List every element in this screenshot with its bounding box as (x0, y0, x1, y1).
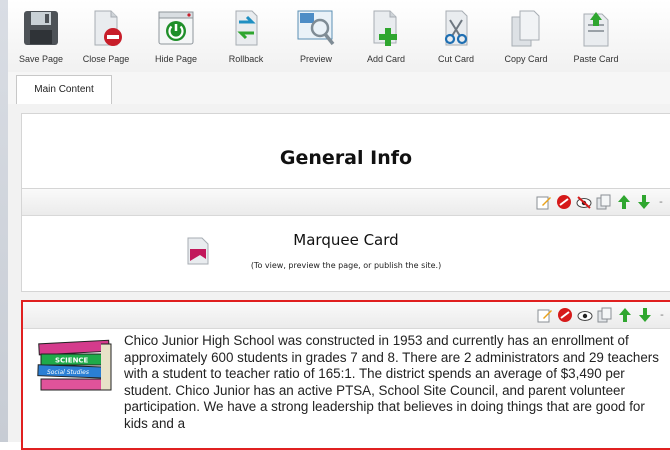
floppy-disk-icon (24, 11, 58, 45)
move-up-icon[interactable] (616, 194, 632, 210)
marquee-card-title: Marquee Card (293, 231, 399, 249)
close-page-icon (94, 10, 122, 46)
preview-label: Preview (299, 54, 332, 64)
marquee-card[interactable]: - Marquee Card (To view, preview the pag… (21, 188, 670, 292)
move-down-icon[interactable] (637, 307, 653, 323)
cut-card-button[interactable]: Cut Card (425, 4, 487, 68)
tab-main-content[interactable]: Main Content (16, 75, 112, 105)
save-page-button[interactable]: Save Page (10, 4, 72, 68)
marquee-card-subtitle: (To view, preview the page, or publish t… (250, 261, 442, 270)
copy-card-label: Copy Card (504, 54, 548, 64)
copy-card-button[interactable]: Copy Card (495, 4, 557, 68)
rollback-label: Rollback (228, 54, 264, 64)
card-toolbar: - (23, 302, 670, 329)
preview-button[interactable]: Preview (285, 4, 347, 68)
tab-bar: Main Content (8, 72, 670, 105)
add-card-icon (373, 10, 397, 46)
cut-card-label: Cut Card (437, 54, 474, 64)
save-page-label: Save Page (18, 54, 64, 64)
rollback-icon (235, 10, 258, 46)
book-label-social-studies: Social Studies (47, 369, 89, 376)
stack-of-books-image: SCIENCE Social Studies (37, 339, 112, 391)
visibility-icon[interactable] (577, 307, 593, 323)
school-description-text: Chico Junior High School was constructed… (124, 333, 659, 431)
edit-icon[interactable] (536, 194, 552, 210)
card-tools: - (536, 194, 666, 210)
add-card-label: Add Card (366, 54, 406, 64)
collapse-dash[interactable]: - (657, 307, 667, 323)
delete-icon[interactable] (557, 307, 573, 323)
hide-page-label: Hide Page (154, 54, 198, 64)
hide-page-icon (158, 11, 194, 45)
move-up-icon[interactable] (617, 307, 633, 323)
toolbar: Save Page Close Page Hide Page Rollback (8, 0, 670, 73)
delete-icon[interactable] (556, 194, 572, 210)
paste-card-icon (583, 12, 609, 47)
visibility-hidden-icon[interactable] (576, 194, 592, 210)
rollback-button[interactable]: Rollback (215, 4, 277, 68)
copy-icon[interactable] (597, 307, 613, 323)
content-area: General Info - Marquee Card (To view, pr… (8, 104, 670, 450)
close-page-button[interactable]: Close Page (75, 4, 137, 68)
paste-card-button[interactable]: Paste Card (565, 4, 627, 68)
close-page-label: Close Page (82, 54, 130, 64)
collapse-dash[interactable]: - (656, 194, 666, 210)
paste-card-label: Paste Card (573, 54, 619, 64)
cut-card-icon (444, 10, 468, 46)
text-card-selected[interactable]: - SCIENCE Social Studies Chico Junior Hi… (21, 300, 670, 450)
add-card-button[interactable]: Add Card (355, 4, 417, 68)
copy-card-icon (511, 10, 540, 47)
preview-icon (297, 10, 335, 46)
hide-page-button[interactable]: Hide Page (145, 4, 207, 68)
copy-icon[interactable] (596, 194, 612, 210)
move-down-icon[interactable] (636, 194, 652, 210)
card-toolbar: - (22, 189, 670, 216)
edit-icon[interactable] (537, 307, 553, 323)
card-tools: - (537, 307, 667, 323)
book-label-science: SCIENCE (55, 357, 89, 365)
